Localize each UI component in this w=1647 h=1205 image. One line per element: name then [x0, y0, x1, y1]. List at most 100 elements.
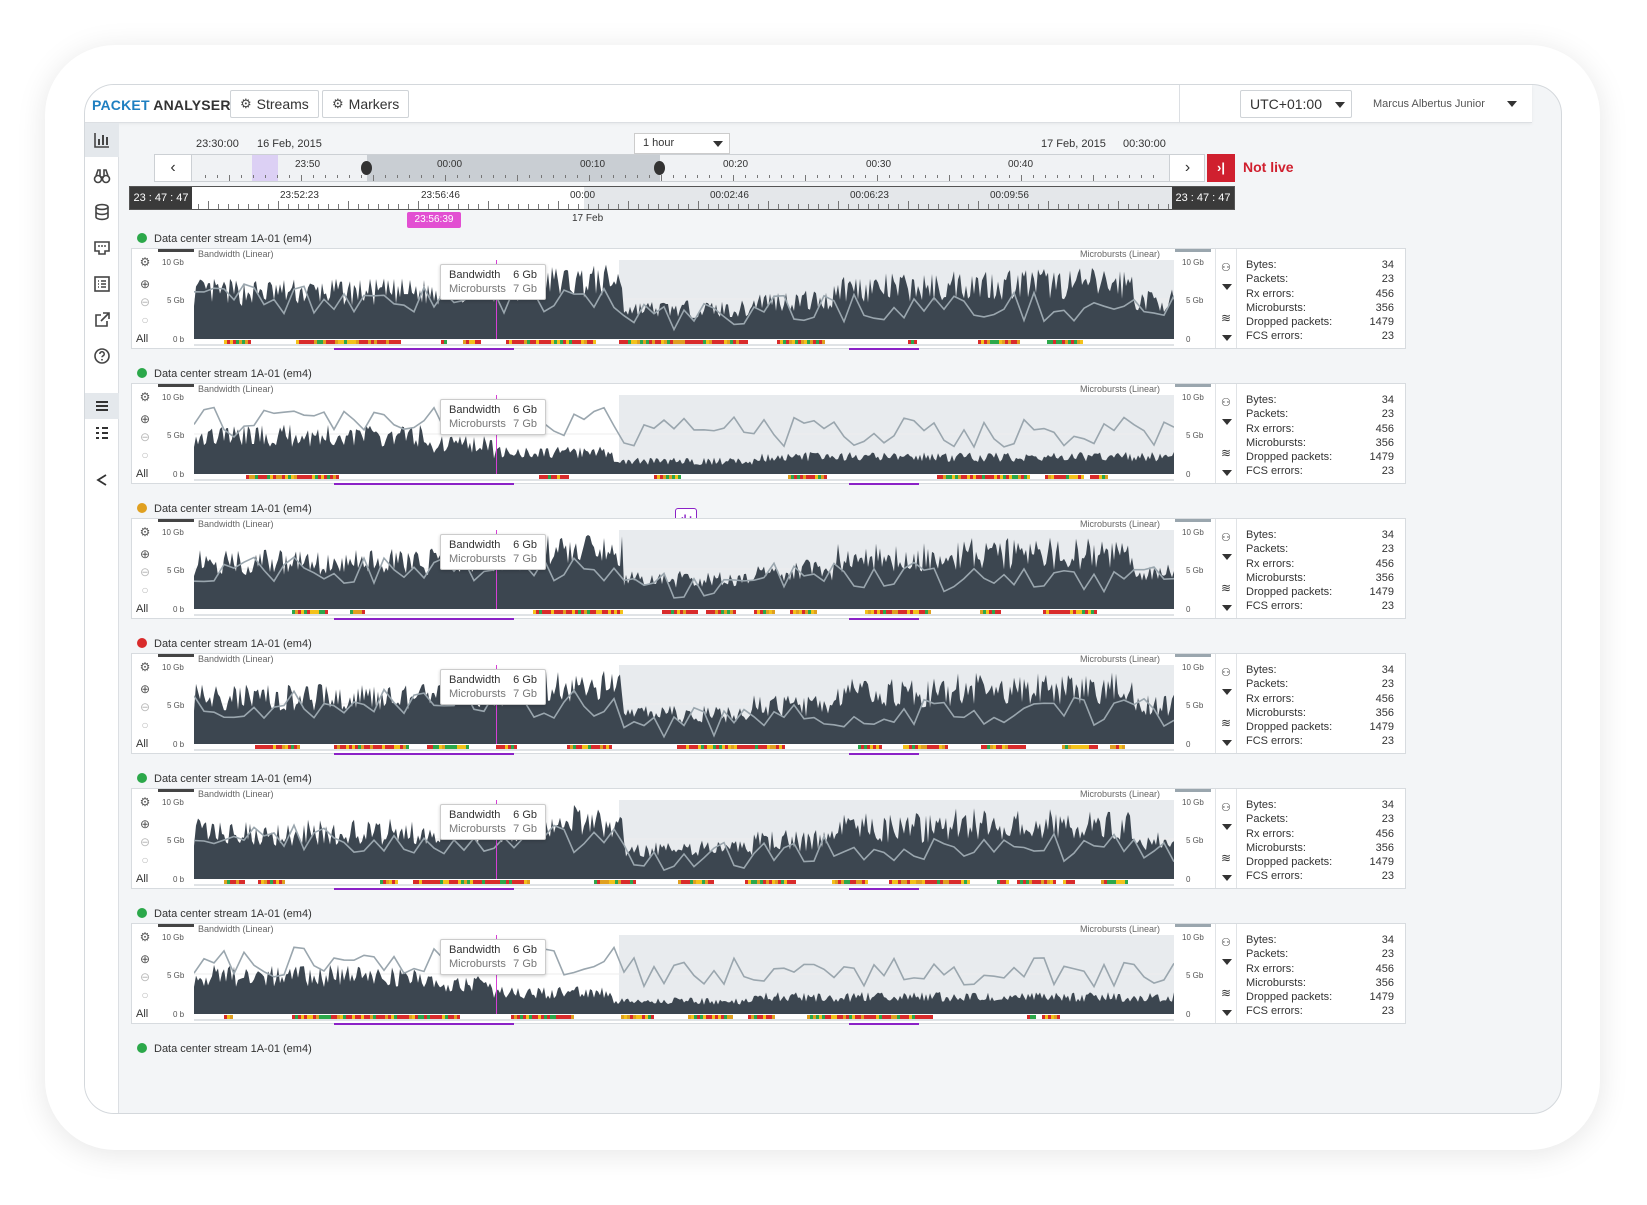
wave-icon[interactable]: ≋	[1221, 716, 1231, 730]
gear-icon[interactable]: ⚙	[138, 795, 152, 809]
comment-icon[interactable]: ○	[138, 313, 152, 327]
ethernet-icon[interactable]	[85, 231, 119, 265]
tick-mark	[553, 175, 554, 178]
stream-label[interactable]: Data center stream 1A-01 (em4)	[137, 773, 312, 785]
selected-window[interactable]	[367, 155, 660, 181]
comment-icon[interactable]: ○	[138, 718, 152, 732]
chevron-down-icon[interactable]	[1222, 419, 1232, 425]
markers-button[interactable]: ⚙ Markers	[322, 90, 410, 118]
all-button[interactable]: All	[136, 873, 148, 885]
stream-label[interactable]: Data center stream 1A-01 (em4)	[137, 233, 312, 245]
stream-name: Data center stream 1A-01 (em4)	[154, 233, 312, 245]
gear-icon[interactable]: ⚙	[138, 930, 152, 944]
gear-icon[interactable]: ⚙	[138, 255, 152, 269]
timezone-select[interactable]: UTC+01:00	[1240, 90, 1352, 118]
binoculars-icon[interactable]: ⚇	[1221, 396, 1231, 409]
stream-label[interactable]: Data center stream 1A-01 (em4)	[137, 908, 312, 920]
bandwidth-chart[interactable]: Bandwidth 6 Gb Microbursts 7 Gb	[193, 935, 1175, 1014]
gear-icon[interactable]: ⚙	[138, 390, 152, 404]
event-marker-bar[interactable]	[194, 745, 1174, 751]
bandwidth-chart[interactable]: Bandwidth 6 Gb Microbursts 7 Gb	[193, 800, 1175, 879]
zoom-in-icon[interactable]: ⊕	[138, 817, 152, 831]
bandwidth-chart[interactable]: Bandwidth 6 Gb Microbursts 7 Gb	[193, 530, 1175, 609]
all-button[interactable]: All	[136, 468, 148, 480]
all-button[interactable]: All	[136, 603, 148, 615]
wave-icon[interactable]: ≋	[1221, 581, 1231, 595]
zoom-out-icon[interactable]: ⊖	[138, 565, 152, 579]
chevron-down-icon[interactable]	[1222, 284, 1232, 290]
share-icon[interactable]	[85, 467, 119, 493]
rows-icon[interactable]	[85, 393, 119, 419]
comment-icon[interactable]: ○	[138, 988, 152, 1002]
stream-label[interactable]: Data center stream 1A-01 (em4)	[137, 368, 312, 380]
user-menu[interactable]: Marcus Albertus Junior	[1373, 98, 1485, 110]
bandwidth-chart[interactable]: Bandwidth 6 Gb Microbursts 7 Gb	[193, 665, 1175, 744]
list-icon[interactable]	[85, 267, 119, 301]
database-icon[interactable]	[85, 195, 119, 229]
comment-icon[interactable]: ○	[138, 448, 152, 462]
all-button[interactable]: All	[136, 333, 148, 345]
chevron-down-icon[interactable]	[1222, 554, 1232, 560]
all-button[interactable]: All	[136, 738, 148, 750]
zoom-out-icon[interactable]: ⊖	[138, 700, 152, 714]
streams-button[interactable]: ⚙ Streams	[230, 90, 319, 118]
timeline-overview[interactable]: ‹ 23:50 00:00 00:10 00:20 00:30 00:40 ›	[154, 154, 1205, 182]
zoom-in-icon[interactable]: ⊕	[138, 547, 152, 561]
gear-icon[interactable]: ⚙	[138, 525, 152, 539]
comment-icon[interactable]: ○	[138, 853, 152, 867]
zoom-out-icon[interactable]: ⊖	[138, 835, 152, 849]
y-axis-label-right: 5 Gb	[1186, 296, 1204, 305]
chevron-down-icon[interactable]	[1222, 470, 1232, 476]
range-select[interactable]: 1 hour	[634, 133, 730, 154]
prev-button[interactable]: ‹	[155, 155, 192, 181]
chevron-down-icon[interactable]	[1222, 335, 1232, 341]
event-marker-bar[interactable]	[194, 610, 1174, 616]
window-handle-left[interactable]	[361, 161, 372, 175]
bandwidth-chart[interactable]: Bandwidth 6 Gb Microbursts 7 Gb	[193, 395, 1175, 474]
chevron-down-icon[interactable]	[1222, 1010, 1232, 1016]
zoom-out-icon[interactable]: ⊖	[138, 970, 152, 984]
stream-label[interactable]: Data center stream 1A-01 (em4)	[137, 1043, 312, 1055]
binoculars-icon[interactable]: ⚇	[1221, 666, 1231, 679]
external-link-icon[interactable]	[85, 303, 119, 337]
window-handle-right[interactable]	[654, 161, 665, 175]
chevron-down-icon[interactable]	[1507, 101, 1517, 107]
chevron-down-icon[interactable]	[1222, 824, 1232, 830]
binoculars-icon[interactable]	[85, 159, 119, 193]
wave-icon[interactable]: ≋	[1221, 311, 1231, 325]
chevron-down-icon[interactable]	[1222, 605, 1232, 611]
go-live-button[interactable]: ›|	[1207, 154, 1235, 182]
binoculars-icon[interactable]: ⚇	[1221, 261, 1231, 274]
zoom-in-icon[interactable]: ⊕	[138, 277, 152, 291]
zoom-out-icon[interactable]: ⊖	[138, 430, 152, 444]
chevron-down-icon[interactable]	[1222, 740, 1232, 746]
stream-label[interactable]: Data center stream 1A-01 (em4)	[137, 638, 312, 650]
chevron-down-icon[interactable]	[1222, 959, 1232, 965]
chevron-down-icon[interactable]	[1222, 689, 1232, 695]
stream-label[interactable]: Data center stream 1A-01 (em4)	[137, 503, 312, 515]
next-button[interactable]: ›	[1169, 155, 1205, 181]
grid-icon[interactable]	[85, 420, 119, 446]
event-marker-bar[interactable]	[194, 340, 1174, 346]
zoom-out-icon[interactable]: ⊖	[138, 295, 152, 309]
event-marker-bar[interactable]	[194, 475, 1174, 481]
help-icon[interactable]	[85, 339, 119, 373]
event-marker-bar[interactable]	[194, 880, 1174, 886]
zoom-in-icon[interactable]: ⊕	[138, 682, 152, 696]
bandwidth-chart[interactable]: Bandwidth 6 Gb Microbursts 7 Gb	[193, 260, 1175, 339]
zoom-in-icon[interactable]: ⊕	[138, 412, 152, 426]
event-marker-bar[interactable]	[194, 1015, 1174, 1021]
binoculars-icon[interactable]: ⚇	[1221, 801, 1231, 814]
binoculars-icon[interactable]: ⚇	[1221, 531, 1231, 544]
timeline-detail[interactable]: 23 : 47 : 47 23:52:23 23:56:46 00:00 00:02:…	[129, 186, 1235, 210]
wave-icon[interactable]: ≋	[1221, 851, 1231, 865]
binoculars-icon[interactable]: ⚇	[1221, 936, 1231, 949]
bar-chart-icon[interactable]	[85, 123, 119, 157]
wave-icon[interactable]: ≋	[1221, 446, 1231, 460]
zoom-in-icon[interactable]: ⊕	[138, 952, 152, 966]
wave-icon[interactable]: ≋	[1221, 986, 1231, 1000]
gear-icon[interactable]: ⚙	[138, 660, 152, 674]
all-button[interactable]: All	[136, 1008, 148, 1020]
comment-icon[interactable]: ○	[138, 583, 152, 597]
chevron-down-icon[interactable]	[1222, 875, 1232, 881]
